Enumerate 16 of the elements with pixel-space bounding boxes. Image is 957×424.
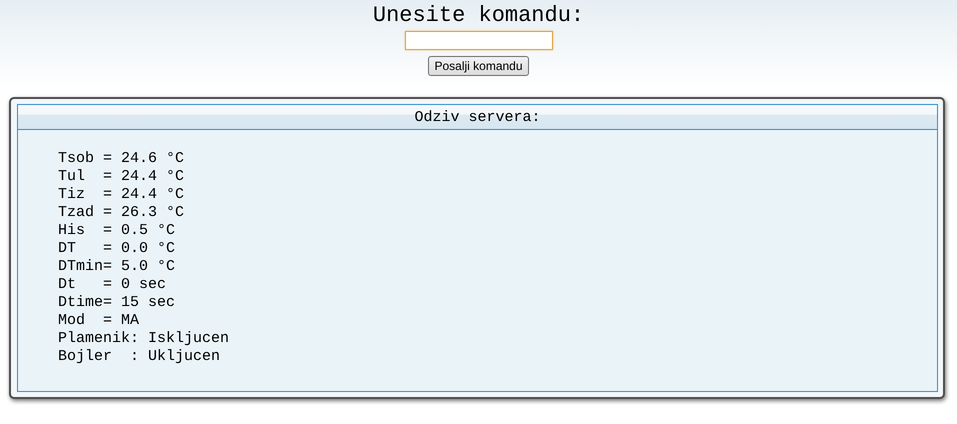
response-line: Tzad = 26.3 °C xyxy=(58,204,186,222)
command-input[interactable] xyxy=(404,31,552,50)
response-line: DTmin= 5.0 °C xyxy=(58,258,176,276)
response-line: Tul = 24.4 °C xyxy=(58,168,186,186)
response-line: Plamenik: Iskljucen xyxy=(58,330,230,348)
page-title: Unesite komandu: xyxy=(372,3,584,29)
response-line: Tiz = 24.4 °C xyxy=(58,186,186,204)
response-line: DT = 0.0 °C xyxy=(58,240,176,258)
response-line: His = 0.5 °C xyxy=(58,222,176,240)
response-line: Tsob = 24.6 °C xyxy=(58,150,186,168)
response-line: Mod = MA xyxy=(58,312,140,330)
response-line: Bojler : Ukljucen xyxy=(58,348,222,366)
panel-title: Odziv servera: xyxy=(414,108,541,126)
response-line: Dt = 0 sec xyxy=(58,276,168,294)
send-command-button[interactable]: Posalji komandu xyxy=(428,56,529,76)
response-line: Dtime= 15 sec xyxy=(58,294,176,312)
